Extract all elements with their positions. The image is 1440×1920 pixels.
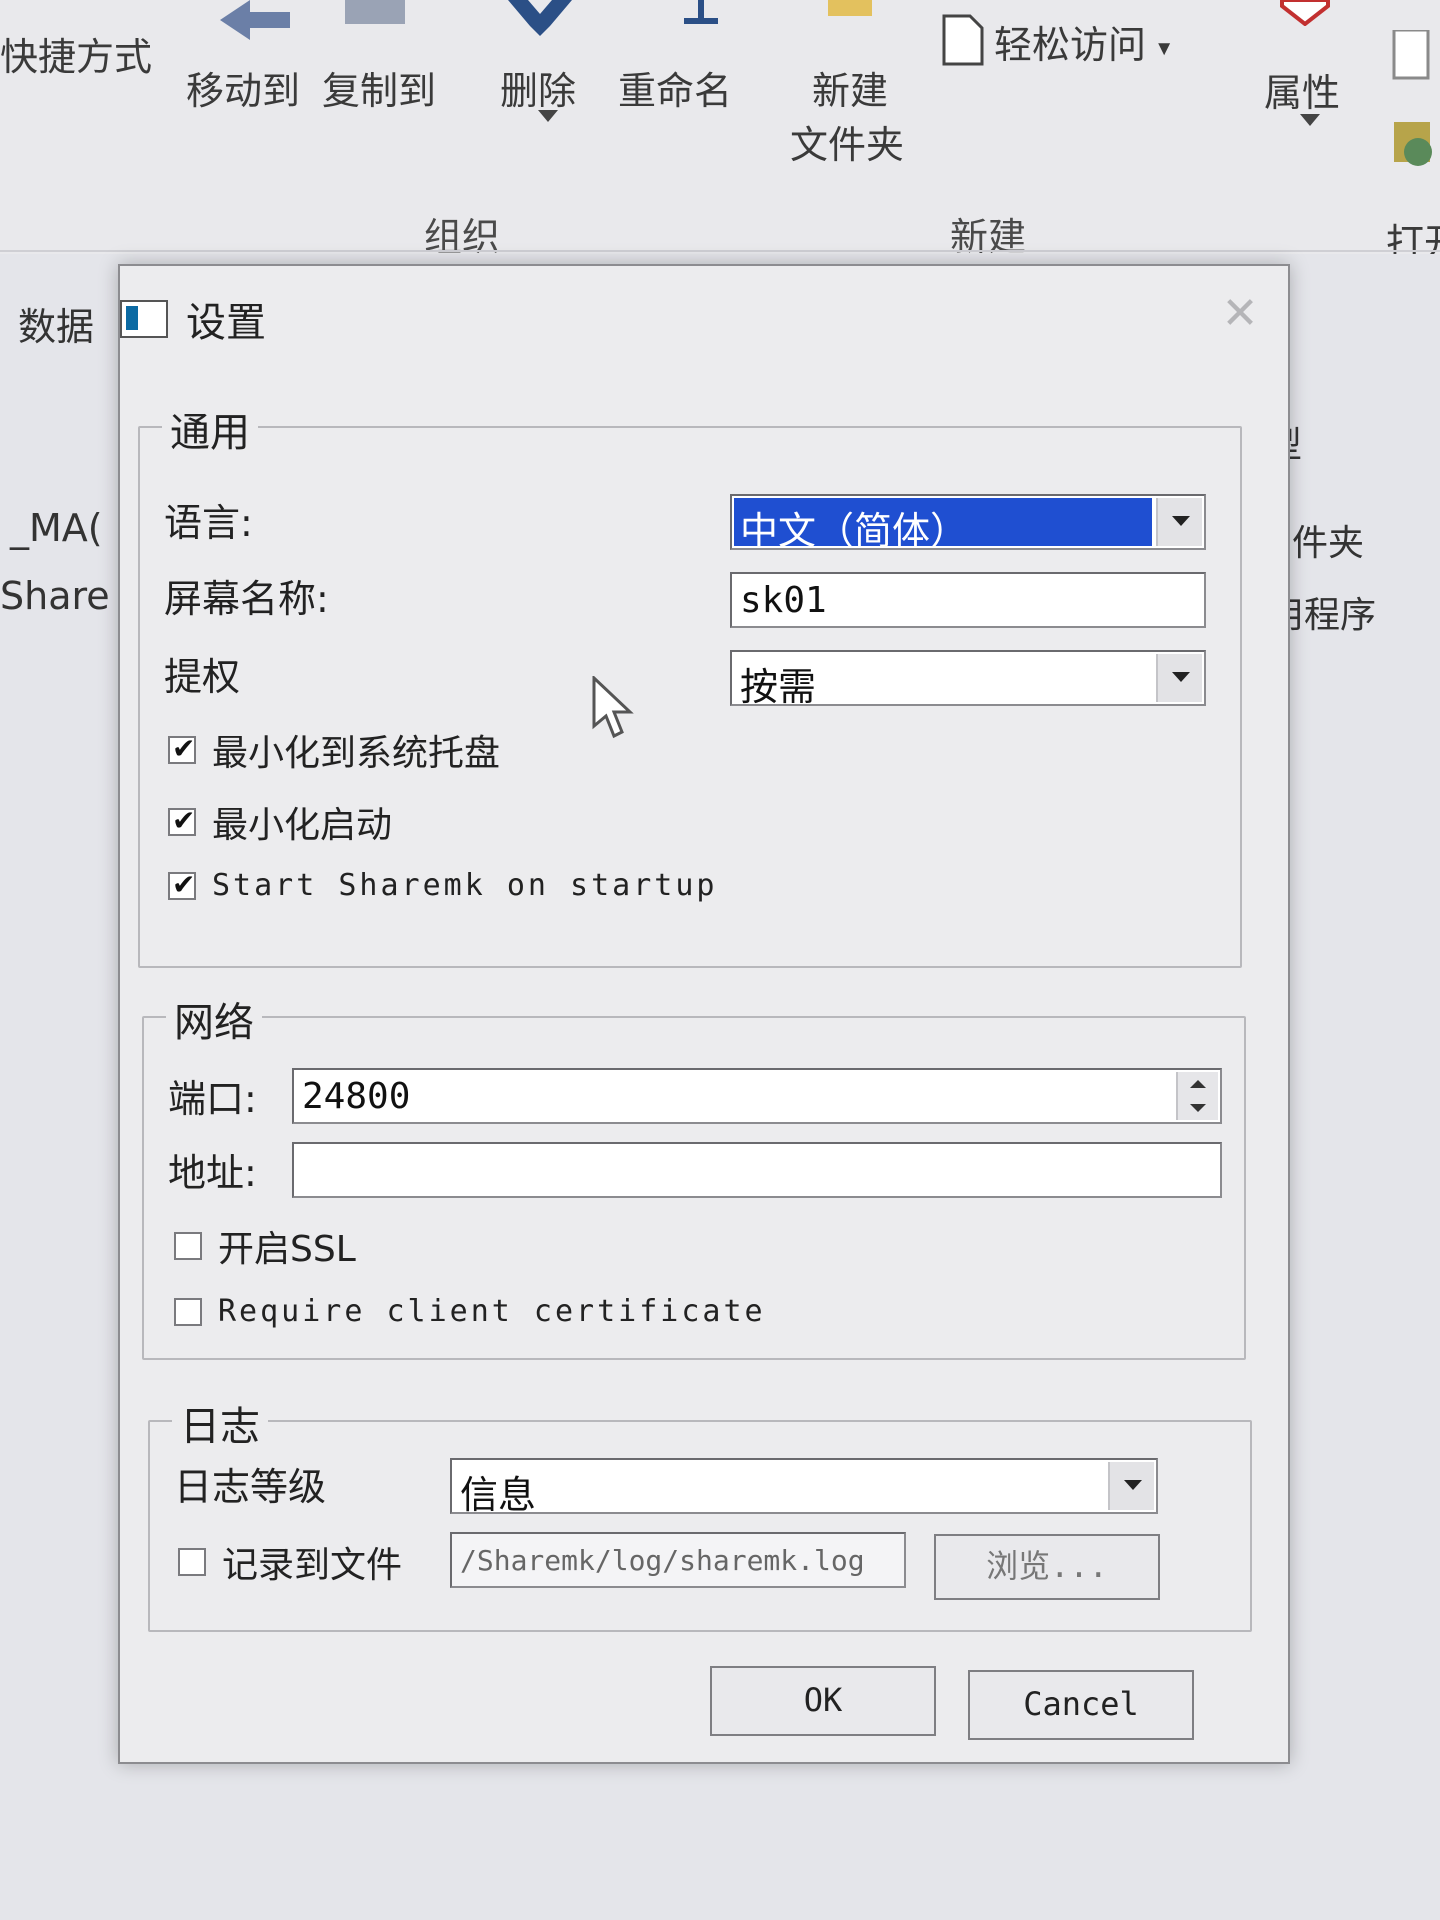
network-group: 网络 端口: 24800 地址: 开启SSL Require client ce… (142, 990, 1246, 1360)
enable-ssl-label: 开启SSL (218, 1229, 356, 1270)
log-to-file-checkbox[interactable]: 记录到文件 (178, 1536, 402, 1588)
settings-dialog: 设置 ✕ 通用 语言: 中文（简体） 屏幕名称: sk01 提权 按需 ✔ 最小… (118, 264, 1290, 1764)
port-spinner[interactable]: 24800 (292, 1068, 1222, 1124)
start-on-startup-label: Start Sharemk on startup (212, 868, 718, 903)
move-to-button[interactable]: 移动到 (186, 60, 300, 115)
open-group-icons (1392, 30, 1432, 166)
group-new: 新建 (950, 215, 1027, 259)
close-button[interactable]: ✕ (1216, 290, 1264, 338)
minimize-tray-label: 最小化到系统托盘 (212, 733, 501, 774)
checkbox-checked-icon[interactable] (168, 732, 196, 765)
bg-right-item-2[interactable]: 件夹 (1292, 514, 1364, 566)
mouse-cursor-icon (592, 676, 634, 739)
copy-to-button[interactable]: 复制到 (322, 60, 436, 115)
screen-name-input[interactable]: sk01 (730, 572, 1206, 628)
require-cert-label: Require client certificate (218, 1294, 766, 1329)
screen: 快捷方式 移动到 复制到 删除 重命名 新建 文件夹 轻松访问 ▾ 属性 打 组… (0, 0, 1440, 1920)
chevron-down-icon (1300, 114, 1320, 126)
rename-button[interactable]: 重命名 (618, 60, 732, 115)
log-path-input[interactable]: /Sharemk/log/sharemk.log (450, 1532, 906, 1588)
properties-icon (1280, 0, 1330, 26)
new-folder-line2[interactable]: 文件夹 (790, 114, 904, 169)
language-select[interactable]: 中文（简体） (730, 494, 1206, 553)
bg-left-item-3[interactable]: Share (0, 574, 110, 618)
log-level-value: 信息 (460, 1473, 537, 1517)
port-value: 24800 (302, 1076, 411, 1117)
chevron-down-icon[interactable] (1108, 1462, 1154, 1510)
app-icon (120, 300, 168, 338)
chevron-down-icon (538, 110, 558, 122)
require-cert-checkbox[interactable]: Require client certificate (174, 1294, 766, 1329)
shortcut-label[interactable]: 快捷方式 (0, 26, 152, 81)
dialog-titlebar[interactable]: 设置 ✕ (120, 266, 1288, 356)
log-legend: 日志 (172, 1394, 268, 1452)
minimize-start-label: 最小化启动 (212, 805, 393, 846)
port-label: 端口: (168, 1077, 257, 1121)
network-legend: 网络 (166, 990, 262, 1048)
checkbox-unchecked-icon[interactable] (178, 1548, 206, 1576)
elevate-select[interactable]: 按需 (730, 650, 1206, 709)
log-to-file-label: 记录到文件 (222, 1545, 403, 1586)
elevate-value: 按需 (740, 665, 817, 709)
address-label: 地址: (168, 1151, 257, 1195)
bg-left-item-2[interactable]: _MA( (10, 506, 103, 550)
chevron-down-icon[interactable] (1156, 654, 1202, 702)
copy-to-icon (345, 0, 405, 24)
browse-button[interactable]: 浏览... (934, 1534, 1160, 1600)
log-group: 日志 日志等级 信息 记录到文件 /Sharemk/log/sharemk.lo… (148, 1394, 1252, 1632)
enable-ssl-checkbox[interactable]: 开启SSL (174, 1220, 356, 1272)
general-legend: 通用 (162, 400, 258, 458)
general-group: 通用 语言: 中文（简体） 屏幕名称: sk01 提权 按需 最小化到系统托盘 (138, 400, 1242, 968)
ok-button[interactable]: OK (710, 1666, 936, 1736)
screen-name-value: sk01 (740, 580, 827, 621)
log-level-select[interactable]: 信息 (450, 1458, 1158, 1517)
start-on-startup-checkbox[interactable]: Start Sharemk on startup (168, 868, 717, 903)
log-level-label: 日志等级 (174, 1465, 327, 1509)
ribbon-divider (0, 250, 1440, 252)
new-folder-line1[interactable]: 新建 (812, 60, 888, 115)
spinner-arrows-icon[interactable] (1176, 1072, 1218, 1120)
checkbox-unchecked-icon[interactable] (174, 1232, 202, 1260)
checkbox-unchecked-icon[interactable] (174, 1297, 202, 1326)
explorer-ribbon: 快捷方式 移动到 复制到 删除 重命名 新建 文件夹 轻松访问 ▾ 属性 打 组… (0, 0, 1440, 265)
checkbox-checked-icon[interactable] (168, 804, 196, 837)
log-path-value: /Sharemk/log/sharemk.log (460, 1544, 865, 1577)
chevron-down-icon: ▾ (1158, 33, 1171, 62)
delete-button[interactable]: 删除 (500, 60, 576, 115)
address-input[interactable] (292, 1142, 1222, 1198)
elevate-label: 提权 (164, 655, 241, 699)
screen-name-label: 屏幕名称: (164, 577, 329, 621)
new-folder-icon (828, 0, 872, 16)
easy-access-button[interactable]: 轻松访问 ▾ (994, 14, 1170, 69)
rename-icon (684, 0, 718, 24)
cancel-button[interactable]: Cancel (968, 1670, 1194, 1740)
chevron-down-icon[interactable] (1156, 498, 1202, 546)
minimize-tray-checkbox[interactable]: 最小化到系统托盘 (168, 724, 500, 776)
properties-button[interactable]: 属性 (1264, 62, 1340, 117)
language-value: 中文（简体） (740, 509, 969, 553)
language-label: 语言: (164, 501, 253, 545)
group-organize: 组织 (424, 215, 501, 259)
dialog-title: 设置 (186, 300, 266, 346)
easy-access-icon (942, 14, 984, 66)
minimize-start-checkbox[interactable]: 最小化启动 (168, 796, 392, 848)
delete-icon (508, 0, 572, 36)
checkbox-checked-icon[interactable] (168, 868, 196, 901)
bg-left-item-1[interactable]: 数据 (18, 296, 94, 351)
move-to-icon (220, 0, 290, 40)
